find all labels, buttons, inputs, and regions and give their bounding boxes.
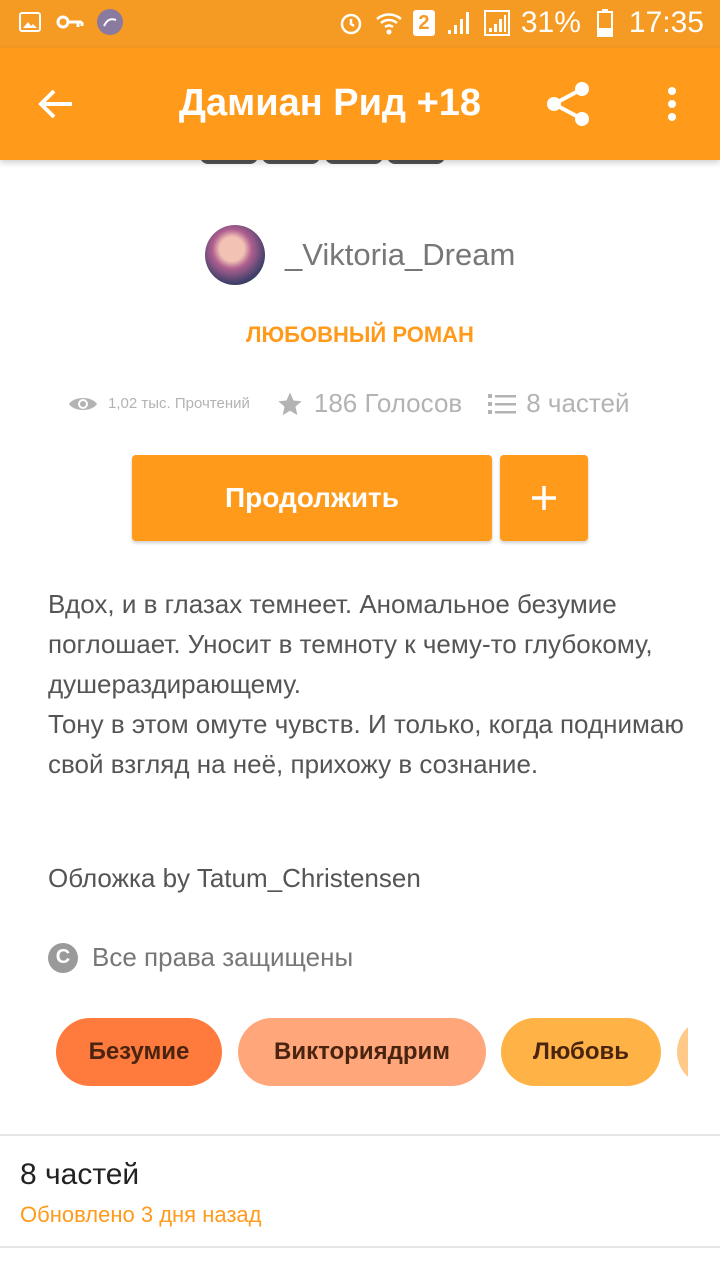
parts-section-title[interactable]: 8 частей [20,1158,139,1192]
star-icon [278,391,302,415]
author-name[interactable]: _Viktoria_Dream [285,237,515,273]
description-paragraph: Тону в этом омуте чувств. И только, когд… [48,709,684,779]
app-bar: Дамиан Рид +18 [0,48,720,160]
divider [0,1246,720,1248]
share-button[interactable] [538,74,598,134]
continue-reading-button[interactable]: Продолжить [132,455,492,541]
genre-label[interactable]: ЛЮБОВНЫЙ РОМАН [0,322,720,348]
description-paragraph: Вдох, и в глазах темнеет. Аномальное без… [48,589,653,699]
plus-icon [532,486,556,510]
more-vert-icon [668,87,676,121]
tag-chip[interactable]: Любовь [501,1018,661,1086]
tags-row: Безумие Викториядрим Любовь [56,1018,688,1086]
add-to-library-button[interactable] [500,455,588,541]
status-bar: 2 31% 17:35 [0,0,720,48]
eye-icon [69,397,97,410]
parts-stat: 8 частей [488,388,630,419]
battery-icon [591,9,619,37]
signal-icon-2 [483,9,511,37]
reads-count: 1,02 тыс. Прочтений [108,395,250,412]
gallery-icon [16,8,44,36]
alarm-icon [337,9,365,37]
wifi-icon [375,9,403,37]
battery-percent: 31% [520,6,581,39]
parts-count: 8 частей [526,388,630,418]
signal-icon [445,9,473,37]
arrow-back-icon [38,89,72,119]
votes-count: 186 Голосов [313,388,463,418]
app-notification-icon [96,8,124,36]
story-description: Вдох, и в глазах темнеет. Аномальное без… [48,584,688,784]
author-row[interactable]: _Viktoria_Dream [205,225,515,285]
reads-stat: 1,02 тыс. Прочтений [68,393,250,415]
more-options-button[interactable] [646,74,698,134]
avatar[interactable] [205,225,265,285]
votes-stat: 186 Голосов [276,388,462,419]
back-button[interactable] [28,76,84,132]
clock: 17:35 [628,6,704,39]
tag-chip[interactable]: Викториядрим [238,1018,486,1086]
cover-credit: Обложка by Tatum_Christensen [48,863,421,893]
page-title: Дамиан Рид +18 [178,82,482,124]
copyright-row: C Все права защищены [48,942,353,973]
story-stats: 1,02 тыс. Прочтений 186 Голосов 8 частей [68,388,656,419]
sim-slot-icon: 2 [412,10,435,36]
copyright-text: Все права защищены [92,942,354,972]
tag-chip[interactable] [677,1018,688,1086]
list-icon [488,393,517,414]
share-icon [547,82,589,126]
key-icon [56,8,84,36]
parts-updated-text: Обновлено 3 дня назад [20,1202,262,1227]
copyright-icon: C [48,942,78,973]
tag-chip[interactable]: Безумие [56,1018,222,1086]
divider [0,1134,720,1136]
